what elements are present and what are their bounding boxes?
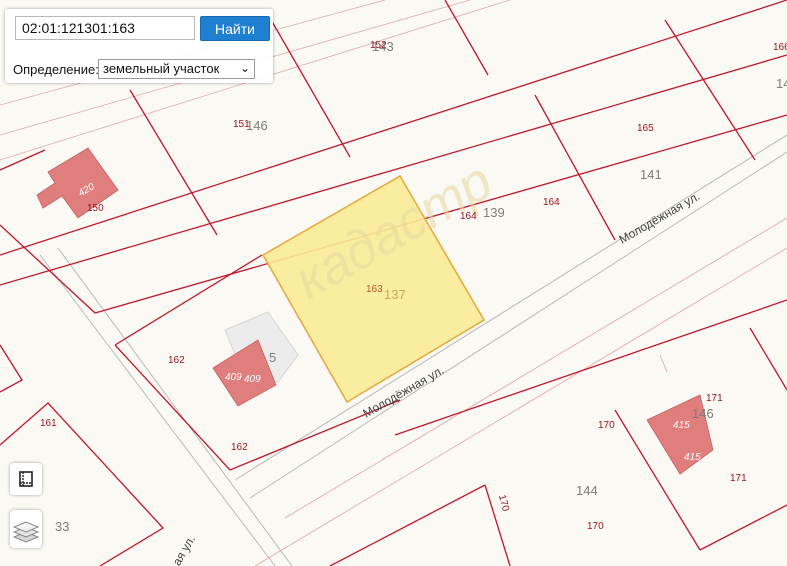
svg-text:409: 409 [225, 372, 242, 383]
layers-button[interactable] [10, 510, 42, 548]
svg-text:161: 161 [40, 418, 57, 429]
svg-text:170: 170 [598, 420, 615, 431]
svg-text:143: 143 [372, 39, 394, 54]
svg-text:33: 33 [55, 519, 69, 534]
svg-text:164: 164 [543, 197, 560, 208]
search-panel: Найти Определение: земельный участок ⌄ [5, 9, 273, 83]
svg-text:170: 170 [587, 521, 604, 532]
selected-parcel-label: 163 [366, 284, 383, 295]
svg-text:165: 165 [637, 123, 654, 134]
definition-selected-value: земельный участок [103, 61, 220, 76]
measure-button[interactable] [10, 463, 42, 495]
definition-label: Определение: [13, 62, 99, 77]
svg-text:150: 150 [87, 203, 104, 214]
svg-text:171: 171 [730, 473, 747, 484]
svg-text:146: 146 [246, 118, 268, 133]
svg-text:409: 409 [244, 374, 261, 385]
ruler-icon [19, 471, 33, 487]
layers-icon [12, 521, 40, 543]
svg-text:139: 139 [483, 205, 505, 220]
svg-text:162: 162 [231, 442, 248, 453]
svg-text:141: 141 [640, 167, 662, 182]
svg-text:166: 166 [773, 42, 787, 53]
cadastral-number-input[interactable] [15, 16, 195, 40]
svg-text:14: 14 [776, 76, 787, 91]
svg-text:144: 144 [576, 483, 598, 498]
svg-text:415: 415 [684, 452, 701, 463]
svg-text:162: 162 [168, 355, 185, 366]
svg-text:146: 146 [692, 406, 714, 421]
svg-text:171: 171 [706, 393, 723, 404]
svg-text:5: 5 [269, 350, 276, 365]
svg-text:164: 164 [460, 211, 477, 222]
find-button[interactable]: Найти [200, 16, 270, 41]
chevron-down-icon: ⌄ [239, 61, 250, 75]
cadastral-map[interactable]: кадастр 152 151 150 165 164 164 162 162 … [0, 0, 787, 566]
svg-text:415: 415 [673, 420, 690, 431]
definition-select[interactable]: земельный участок ⌄ [98, 59, 255, 79]
svg-text:137: 137 [384, 287, 406, 302]
